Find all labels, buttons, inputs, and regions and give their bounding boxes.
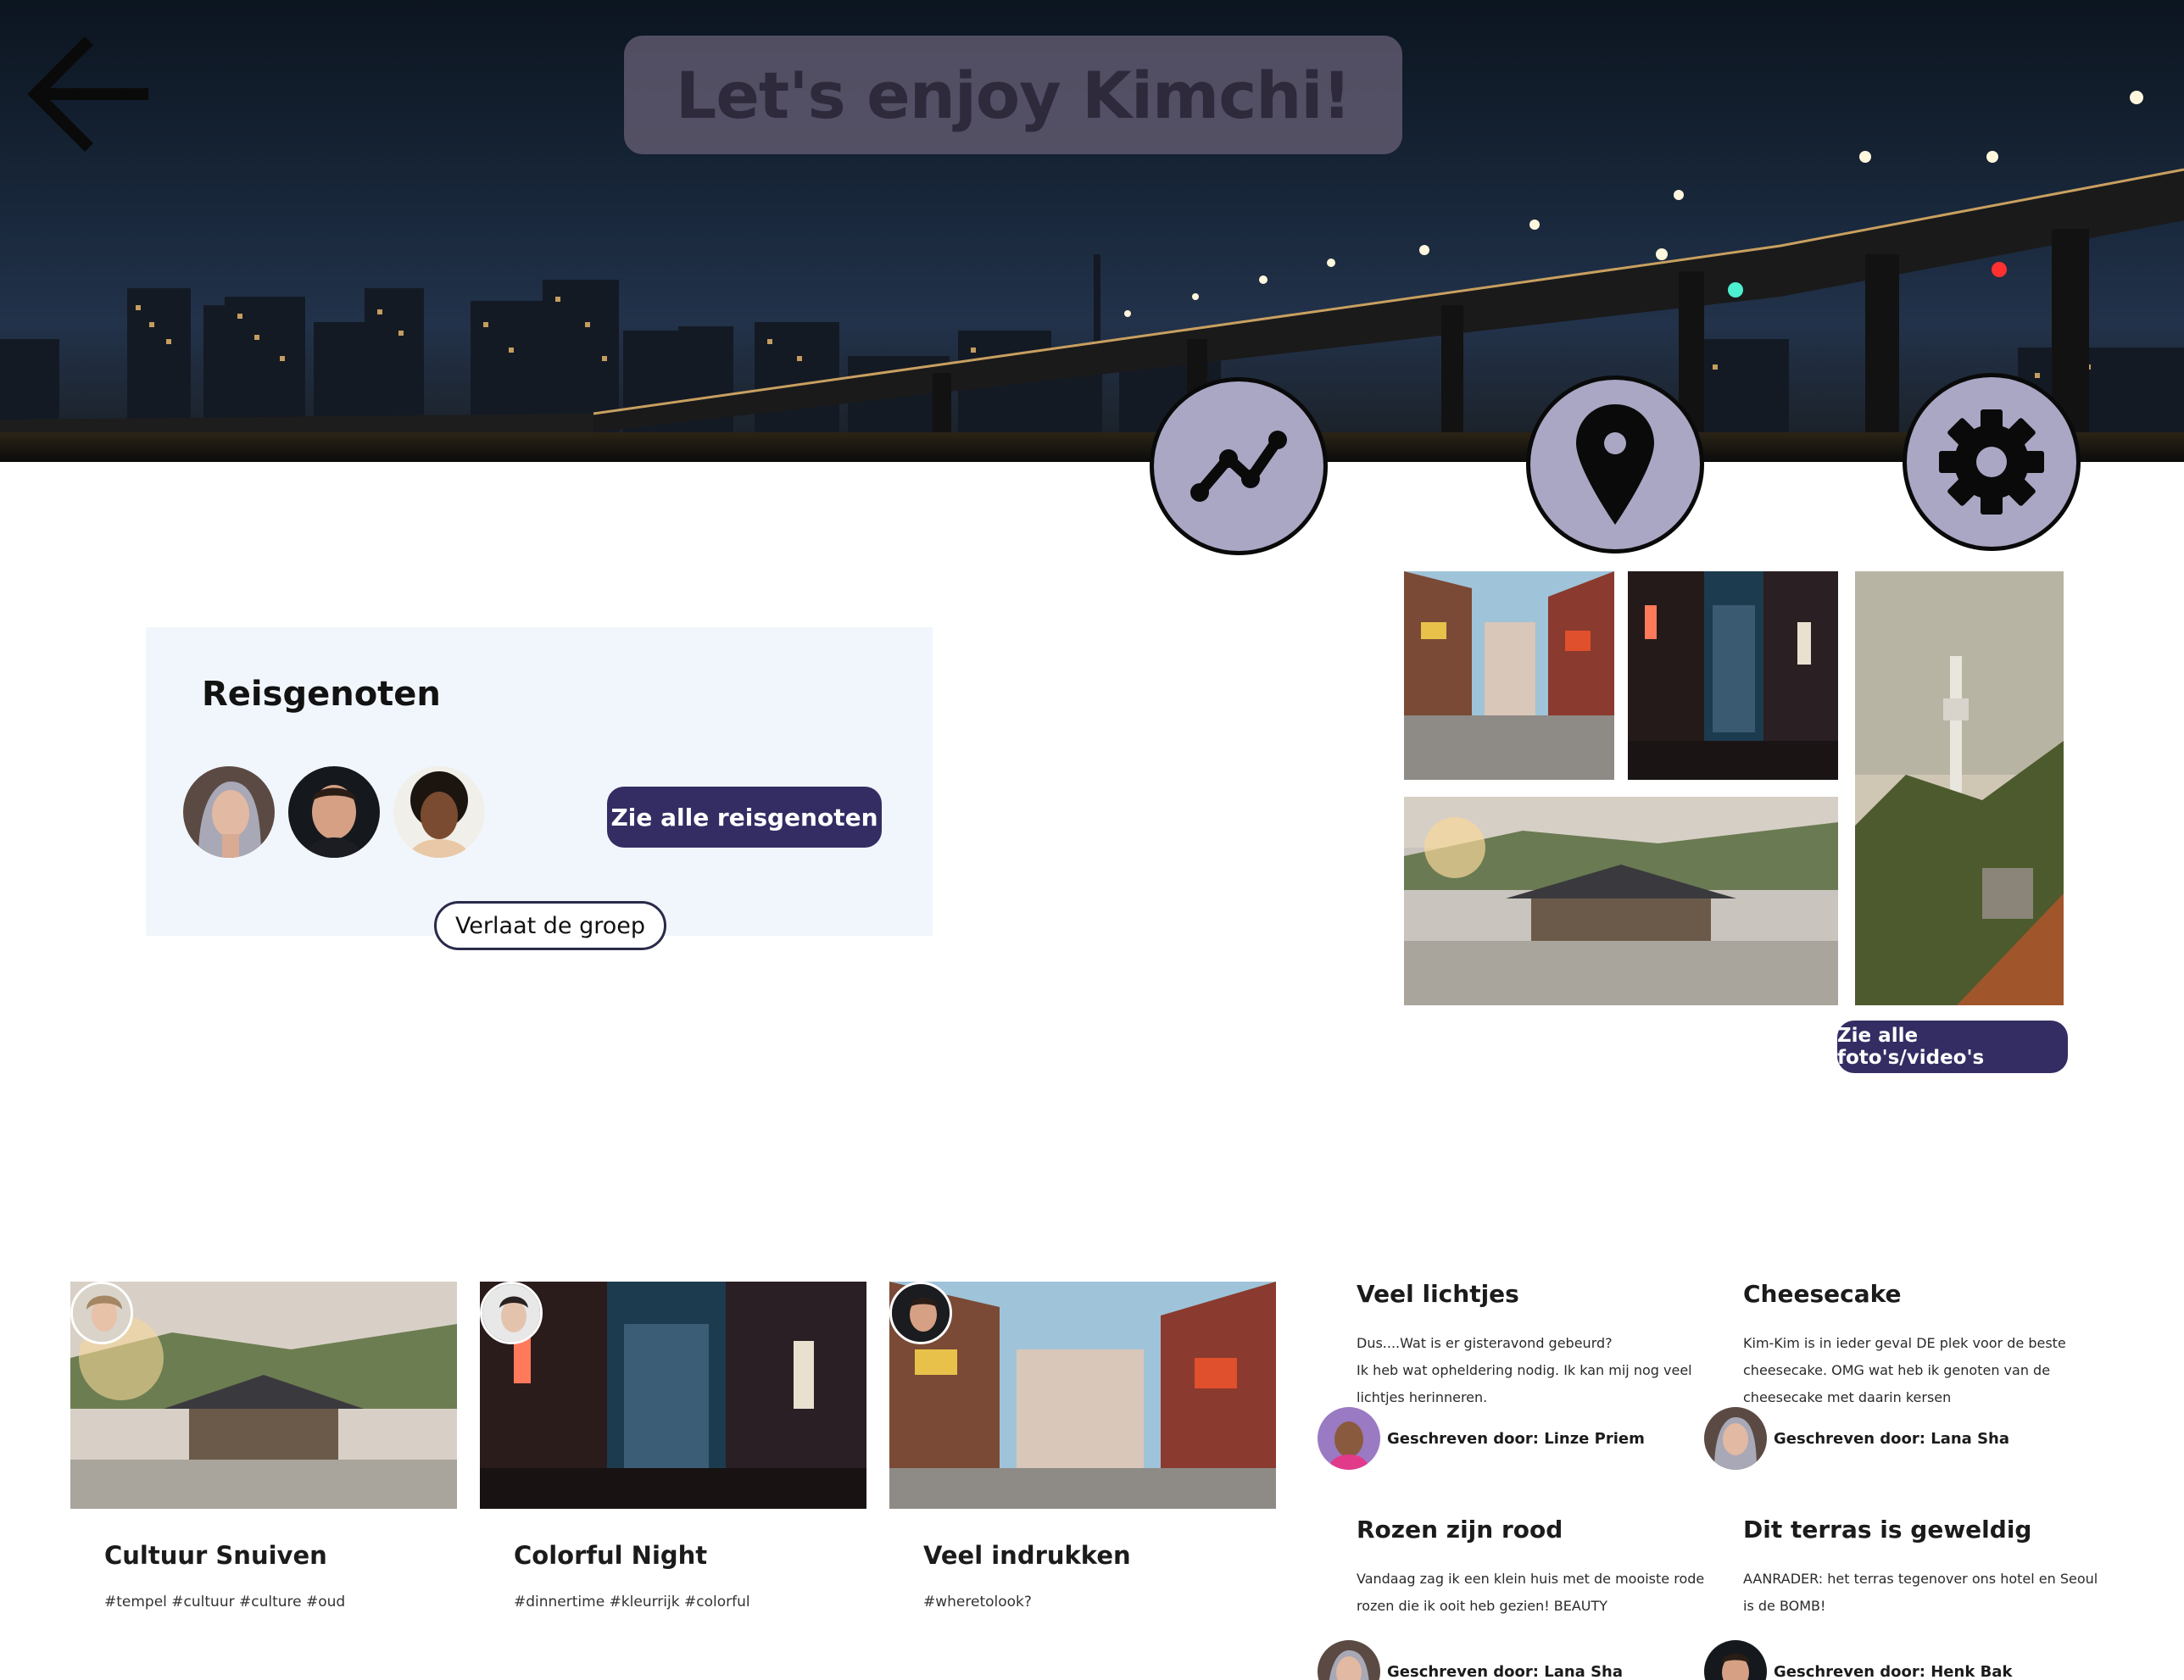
settings-button[interactable]: [1903, 373, 2081, 551]
post-card[interactable]: Veel indrukken #wheretolook?: [889, 1282, 1276, 1610]
blog-author-name: Geschreven door: Lana Sha: [1774, 1429, 2010, 1448]
see-all-media-button[interactable]: Zie alle foto's/video's: [1837, 1021, 2068, 1073]
avatar: [1704, 1640, 1767, 1680]
blog-author-name: Geschreven door: Linze Priem: [1387, 1429, 1645, 1448]
gear-icon: [1939, 409, 2044, 515]
post-tags: #tempel #cultuur #culture #oud: [104, 1594, 346, 1610]
blog-title: Veel lichtjes: [1357, 1280, 1519, 1308]
map-pin-icon: [1576, 404, 1654, 525]
gallery-photo[interactable]: [1404, 797, 1838, 1005]
blog-title: Rozen zijn rood: [1357, 1516, 1563, 1544]
blog-text: Vandaag zag ik een klein huis met de moo…: [1357, 1571, 1705, 1614]
avatar: [480, 1282, 543, 1344]
gallery-photo[interactable]: [1628, 571, 1838, 780]
blog-author: Geschreven door: Lana Sha: [1318, 1640, 1623, 1680]
gallery-photo[interactable]: [1404, 571, 1614, 780]
trip-title-banner: Let's enjoy Kimchi!: [624, 36, 1402, 154]
blog-author: Geschreven door: Henk Bak: [1704, 1640, 2012, 1680]
blog-title: Dit terras is geweldig: [1743, 1516, 2032, 1544]
blog-text: Kim-Kim is in ieder geval DE plek voor d…: [1743, 1335, 2066, 1405]
stats-button[interactable]: [1150, 377, 1328, 555]
post-tags: #dinnertime #kleurrijk #colorful: [514, 1594, 750, 1610]
blog-author-name: Geschreven door: Lana Sha: [1387, 1662, 1624, 1680]
avatar[interactable]: [393, 766, 485, 858]
blog-text: AANRADER: het terras tegenover ons hotel…: [1743, 1571, 2098, 1614]
chart-line-icon: [1190, 431, 1287, 502]
blog-author-name: Geschreven door: Henk Bak: [1774, 1662, 2013, 1680]
post-image: [70, 1282, 457, 1509]
companions-heading: Reisgenoten: [202, 675, 441, 714]
page-title: Let's enjoy Kimchi!: [675, 57, 1351, 133]
blog-card[interactable]: Rozen zijn rood Vandaag zag ik een klein…: [1357, 1516, 1730, 1620]
avatar: [70, 1282, 133, 1344]
avatar: [1318, 1407, 1380, 1470]
blog-card[interactable]: Veel lichtjes Dus....Wat is er gisteravo…: [1357, 1280, 1730, 1411]
post-title: Veel indrukken: [923, 1541, 1131, 1570]
post-image: [889, 1282, 1276, 1509]
blog-author: Geschreven door: Lana Sha: [1704, 1407, 2009, 1470]
gallery-photo[interactable]: [1855, 571, 2064, 1005]
companion-avatars: [183, 766, 485, 858]
hero-banner: Let's enjoy Kimchi!: [0, 0, 2184, 462]
blog-author: Geschreven door: Linze Priem: [1318, 1407, 1645, 1470]
location-button[interactable]: [1526, 375, 1704, 554]
post-title: Colorful Night: [514, 1541, 708, 1570]
avatar: [889, 1282, 952, 1344]
arrow-left-icon: [27, 36, 148, 152]
blog-card[interactable]: Dit terras is geweldig AANRADER: het ter…: [1743, 1516, 2116, 1620]
post-card[interactable]: Colorful Night #dinnertime #kleurrijk #c…: [480, 1282, 866, 1610]
blog-title: Cheesecake: [1743, 1280, 1902, 1308]
companions-card: Reisgenoten Zie alle reisgenoten: [146, 627, 933, 936]
blog-text: Dus....Wat is er gisteravond gebeurd? Ik …: [1357, 1335, 1692, 1405]
post-tags: #wheretolook?: [923, 1594, 1032, 1610]
avatar: [1704, 1407, 1767, 1470]
avatar: [1318, 1640, 1380, 1680]
post-card[interactable]: Cultuur Snuiven #tempel #cultuur #cultur…: [70, 1282, 457, 1610]
post-image: [480, 1282, 866, 1509]
avatar[interactable]: [288, 766, 380, 858]
back-button[interactable]: [25, 34, 153, 161]
blog-card[interactable]: Cheesecake Kim-Kim is in ieder geval DE …: [1743, 1280, 2116, 1411]
post-title: Cultuur Snuiven: [104, 1541, 327, 1570]
avatar[interactable]: [183, 766, 275, 858]
leave-group-button[interactable]: Verlaat de groep: [434, 901, 666, 950]
see-all-companions-button[interactable]: Zie alle reisgenoten: [607, 787, 882, 848]
